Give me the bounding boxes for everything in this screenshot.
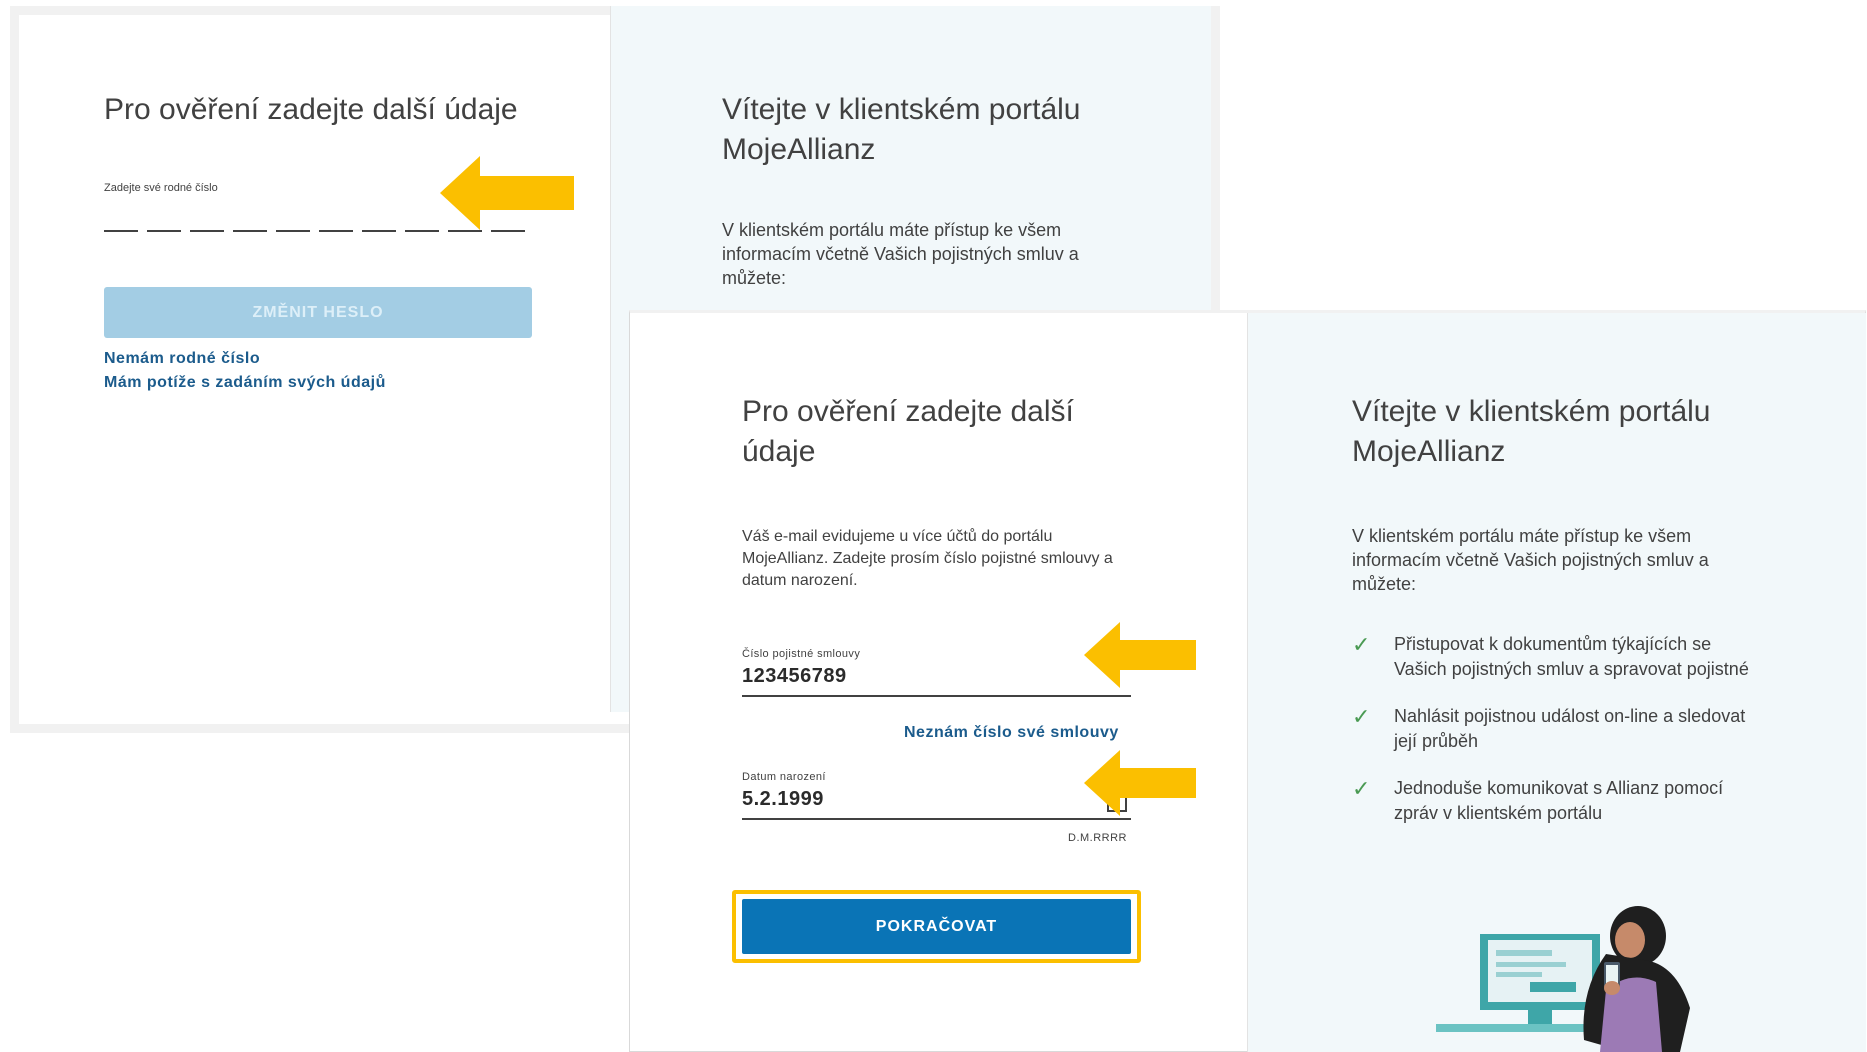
dob-input[interactable]: 5.2.1999 xyxy=(742,788,1082,811)
screen2-welcome-intro: V klientském portálu máte přístup ke vše… xyxy=(1352,526,1709,594)
policy-number-label: Číslo pojistné smlouvy xyxy=(742,648,861,660)
screen1-rc-label: Zadejte své rodné číslo xyxy=(104,182,218,194)
arrow-left-icon xyxy=(440,156,574,230)
screen1-change-password-button[interactable]: ZMĚNIT HESLO xyxy=(104,287,532,338)
arrow-left-icon xyxy=(1084,622,1196,688)
list-item: ✓ Nahlásit pojistnou událost on-line a s… xyxy=(1352,704,1772,754)
dob-label: Datum narození xyxy=(742,771,826,783)
unknown-policy-link[interactable]: Neznám číslo své smlouvy xyxy=(904,724,1119,742)
screen1-no-rc-link[interactable]: Nemám rodné číslo xyxy=(104,350,260,368)
dob-format-hint: D.M.RRRR xyxy=(1068,832,1127,844)
check-icon: ✓ xyxy=(1352,704,1371,729)
screen2-description: Váš e-mail evidujeme u více účtů do port… xyxy=(742,528,1113,589)
screen1-welcome-intro: V klientském portálu máte přístup ke vše… xyxy=(722,220,1079,288)
benefits-list: ✓ Přistupovat k dokumentům týkajících se… xyxy=(1352,632,1772,826)
continue-button[interactable]: POKRAČOVAT xyxy=(742,899,1131,954)
check-icon: ✓ xyxy=(1352,632,1371,657)
list-item: ✓ Jednoduše komunikovat s Allianz pomocí… xyxy=(1352,776,1772,826)
screen2-welcome-title: Vítejte v klientském portálu MojeAllianz xyxy=(1352,395,1711,468)
policy-number-underline xyxy=(742,695,1131,697)
arrow-left-icon xyxy=(1084,750,1196,816)
woman-with-phone-illustration xyxy=(1436,906,1690,1052)
screen1-trouble-link[interactable]: Mám potíže s zadáním svých údajů xyxy=(104,374,386,392)
screen2-page-title: Pro ověření zadejte další údaje xyxy=(742,395,1074,468)
screen1-page-title: Pro ověření zadejte další údaje xyxy=(104,93,518,126)
screen1-welcome-title: Vítejte v klientském portálu MojeAllianz xyxy=(722,93,1081,166)
dob-underline xyxy=(742,818,1131,820)
check-icon: ✓ xyxy=(1352,776,1371,801)
policy-number-input[interactable]: 123456789 xyxy=(742,665,1130,688)
list-item: ✓ Přistupovat k dokumentům týkajících se… xyxy=(1352,632,1772,682)
